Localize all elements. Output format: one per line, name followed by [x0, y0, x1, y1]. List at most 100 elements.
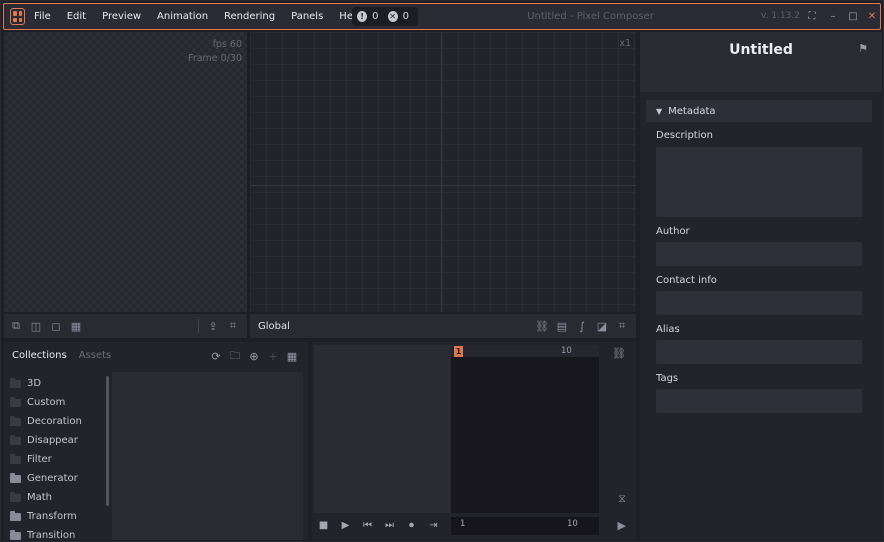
animation-timeline: 1 10 ⛓ ⧖ ▶ ■ ▶ ⏮ ⏭ ⏺ ⇥ 1 10	[312, 342, 636, 540]
folder-scrollbar[interactable]	[106, 376, 109, 506]
fullscreen-icon[interactable]: ⛶	[805, 9, 819, 23]
window-title: Untitled - Pixel Composer	[527, 11, 654, 22]
title-bar: File Edit Preview Animation Rendering Pa…	[3, 3, 881, 30]
refresh-icon[interactable]: ⟳	[208, 349, 224, 363]
zoom-level: x1	[619, 38, 631, 49]
tab-assets[interactable]: Assets	[79, 350, 112, 361]
folder-item[interactable]: Generator	[10, 469, 106, 488]
folder-icon	[10, 529, 21, 540]
contact-label: Contact info	[656, 275, 717, 286]
playback-controls: ■ ▶ ⏮ ⏭ ⏺ ⇥	[316, 518, 448, 532]
folder-item[interactable]: Transform	[10, 507, 106, 526]
background-icon[interactable]: ◻	[48, 318, 64, 334]
contact-field[interactable]	[656, 291, 862, 315]
folder-label: Custom	[27, 397, 66, 408]
curve-icon[interactable]: ∫	[574, 318, 590, 334]
maximize-icon[interactable]: □	[846, 9, 860, 23]
export-icon[interactable]: ⇪	[205, 318, 221, 334]
first-frame-icon[interactable]: ⏮	[360, 518, 375, 532]
graph-context-label[interactable]: Global	[258, 321, 290, 332]
grid-preview-icon[interactable]: ▦	[68, 318, 84, 334]
open-folder-icon[interactable]: 🗀	[227, 349, 243, 363]
inspector-panel: Untitled ⚑ ▼ Metadata Description Author…	[640, 32, 882, 540]
grid-toggle-icon[interactable]: ⌗	[614, 318, 630, 334]
center-view-icon[interactable]: ⌗	[225, 318, 241, 334]
folder-icon	[10, 377, 21, 388]
folder-item[interactable]: Decoration	[10, 412, 106, 431]
menu-panels[interactable]: Panels	[291, 11, 323, 22]
author-label: Author	[656, 226, 690, 237]
folder-icon	[10, 415, 21, 426]
folder-label: Filter	[27, 454, 52, 465]
app-window: File Edit Preview Animation Rendering Pa…	[0, 0, 884, 542]
settings-grid-icon[interactable]: ▤	[554, 318, 570, 334]
folder-item[interactable]: Transition	[10, 526, 106, 542]
project-title: Untitled	[729, 42, 793, 58]
description-label: Description	[656, 130, 713, 141]
grid-view-icon[interactable]: ▦	[284, 349, 300, 363]
play-icon[interactable]: ▶	[338, 518, 353, 532]
folder-label: Transition	[27, 530, 76, 541]
folder-label: Transform	[27, 511, 77, 522]
flag-icon[interactable]: ⚑	[858, 42, 868, 55]
folder-label: Generator	[27, 473, 78, 484]
ruler-end-label: 10	[561, 346, 572, 356]
fps-readout: fps 60	[212, 39, 242, 50]
folder-icon	[10, 510, 21, 521]
folder-item[interactable]: Custom	[10, 393, 106, 412]
timeline-filter-icon[interactable]: ⧖	[618, 492, 626, 506]
current-frame-marker[interactable]: 1	[454, 346, 463, 357]
folder-item[interactable]: Filter	[10, 450, 106, 469]
preview-panel[interactable]: fps 60 Frame 0/30	[4, 32, 247, 312]
alias-field[interactable]	[656, 340, 862, 364]
lock-preview-icon[interactable]: ⧉	[8, 318, 24, 334]
minimize-icon[interactable]: –	[826, 9, 840, 23]
menu-edit[interactable]: Edit	[67, 11, 86, 22]
author-field[interactable]	[656, 242, 862, 266]
add-icon[interactable]: +	[265, 349, 281, 363]
warning-count: 0	[372, 11, 379, 22]
link-icon[interactable]: ⛓	[534, 318, 550, 334]
timeline-layer-list[interactable]	[314, 345, 451, 513]
folder-list: 3D Custom Decoration Disappear Filter Generat…	[10, 374, 106, 542]
tab-collections[interactable]: Collections	[12, 350, 67, 361]
loop-icon[interactable]: ⇥	[426, 518, 441, 532]
range-start: 1	[460, 519, 466, 529]
split-view-icon[interactable]: ◫	[28, 318, 44, 334]
folder-item[interactable]: 3D	[10, 374, 106, 393]
collection-content-view[interactable]	[112, 372, 303, 540]
add-folder-icon[interactable]: ⊕	[246, 349, 262, 363]
description-field[interactable]	[656, 147, 862, 217]
folder-item[interactable]: Disappear	[10, 431, 106, 450]
last-frame-icon[interactable]: ⏭	[382, 518, 397, 532]
menu-animation[interactable]: Animation	[157, 11, 208, 22]
folder-label: 3D	[27, 378, 42, 389]
folder-label: Math	[27, 492, 53, 503]
frame-range-bar[interactable]: 1 10	[451, 517, 599, 535]
error-icon: ✕	[387, 11, 398, 22]
stop-icon[interactable]: ■	[316, 518, 331, 532]
menu-rendering[interactable]: Rendering	[224, 11, 275, 22]
menu-preview[interactable]: Preview	[102, 11, 141, 22]
pixel-composer-logo-icon[interactable]	[10, 8, 25, 25]
folder-icon	[10, 396, 21, 407]
timeline-play-settings-icon[interactable]: ▶	[618, 519, 626, 532]
node-graph-canvas[interactable]: x1	[250, 32, 636, 312]
link-settings-icon[interactable]: ⛓	[612, 347, 626, 360]
metadata-section-label: Metadata	[668, 105, 716, 117]
minimap-icon[interactable]: ◪	[594, 318, 610, 334]
folder-icon	[10, 453, 21, 464]
notification-status[interactable]: ! 0 ✕ 0	[352, 7, 418, 26]
metadata-section-header[interactable]: ▼ Metadata	[646, 100, 872, 122]
timeline-ruler[interactable]: 1 10	[451, 345, 599, 357]
close-icon[interactable]: ✕	[865, 9, 879, 23]
folder-icon	[10, 472, 21, 483]
menu-file[interactable]: File	[34, 11, 51, 22]
timeline-track-area[interactable]: 1 10	[451, 345, 599, 513]
alias-label: Alias	[656, 324, 680, 335]
tags-field[interactable]	[656, 389, 862, 413]
collapse-arrow-icon: ▼	[656, 106, 663, 116]
folder-item[interactable]: Math	[10, 488, 106, 507]
collections-panel: Collections Assets ⟳ 🗀 ⊕ + ▦ 3D Custom Dec…	[4, 342, 308, 542]
record-icon[interactable]: ⏺	[404, 518, 419, 532]
